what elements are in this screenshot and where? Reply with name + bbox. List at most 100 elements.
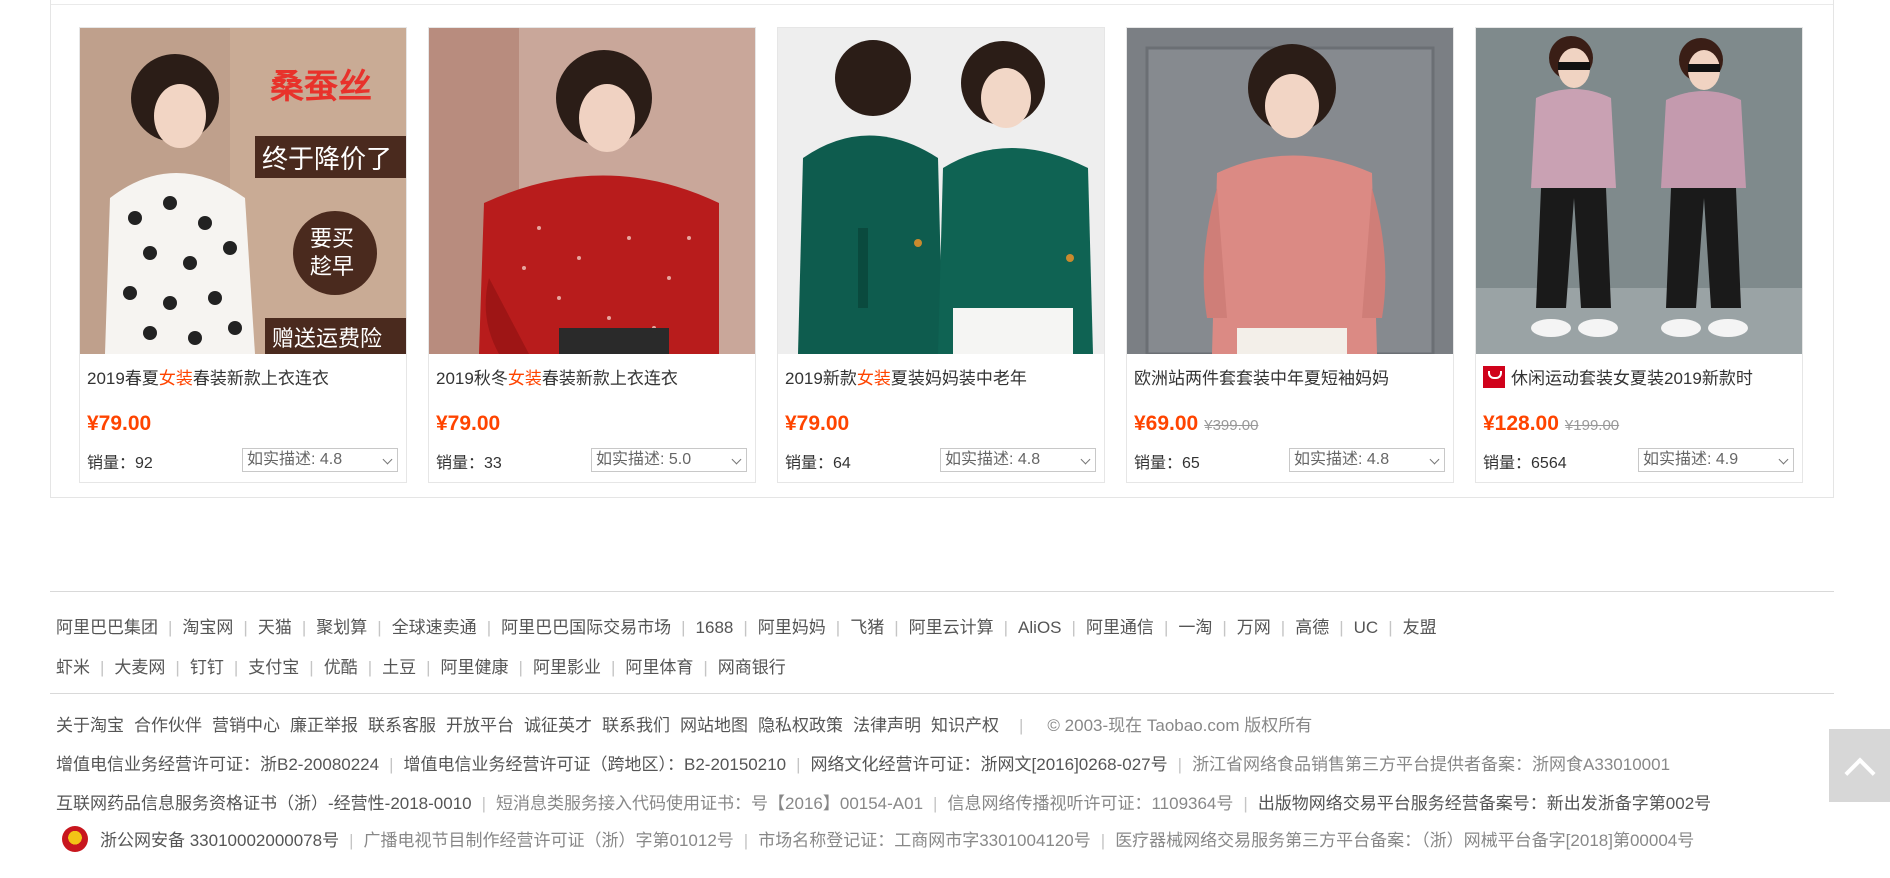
rating-select[interactable]: 如实描述: 5.0 [591,448,747,472]
footer-divider [50,591,1834,592]
license-link[interactable]: 浙江省网络食品销售第三方平台提供者备案：浙网食A33010001 [1192,755,1670,774]
license-link[interactable]: 市场名称登记证：工商网市字3301004120号 [758,831,1091,850]
promo-text: 要买 [310,227,354,252]
footer-link[interactable]: 优酷 [324,658,358,677]
footer-link[interactable]: 营销中心 [212,716,280,735]
product-image[interactable] [1127,28,1453,354]
footer-link[interactable]: 全球速卖通 [392,618,477,637]
separator: | [743,831,749,850]
license-link[interactable]: 网络文化经营许可证：浙网文[2016]0268-027号 [811,755,1168,774]
footer-link[interactable]: 土豆 [382,658,416,677]
product-image[interactable] [429,28,755,354]
footer-link[interactable]: 天猫 [258,618,292,637]
footer-link[interactable]: 钉钉 [190,658,224,677]
footer-link[interactable]: 友盟 [1403,618,1437,637]
license-link[interactable]: 短消息类服务接入代码使用证书：号【2016】00154-A01 [496,794,923,813]
license-link[interactable]: 广播电视节目制作经营许可证（浙）字第01012号 [364,831,734,850]
footer-link[interactable]: 淘宝网 [182,618,233,637]
footer-link[interactable]: 1688 [696,618,734,637]
promo-text: 终于降价了 [262,145,392,175]
separator: | [1243,794,1248,813]
rating-select[interactable]: 如实描述: 4.8 [242,448,398,472]
footer-link[interactable]: 阿里体育 [625,658,693,677]
footer-link[interactable]: 支付宝 [248,658,299,677]
footer-link[interactable]: 大麦网 [114,658,165,677]
footer-link[interactable]: 一淘 [1178,618,1212,637]
product-title[interactable]: 休闲运动套装女夏装2019新款时 [1483,364,1793,389]
about-links-row: 关于淘宝 合作伙伴 营销中心 廉正举报 联系客服 开放平台 诚征英才 联系我们 网站地图 隐私权政… [56,711,1312,736]
license-link[interactable]: 增值电信业务经营许可证：浙B2-20080224 [56,755,379,774]
license-link[interactable]: 医疗器械网络交易服务第三方平台备案：（浙）网械平台备字[2018]第00004号 [1115,831,1694,850]
product-card[interactable]: 休闲运动套装女夏装2019新款时 ¥128.00 ¥199.00 销量：6564 … [1475,27,1803,483]
footer-link[interactable]: 聚划算 [316,618,367,637]
police-badge-icon [62,826,88,852]
product-title[interactable]: 2019秋冬女装春装新款上衣连衣 [436,364,746,389]
license-link[interactable]: 出版物网络交易平台服务经营备案号：新出发浙备字第002号 [1258,794,1711,813]
separator: | [243,618,248,637]
product-card[interactable]: 桑蚕丝 终于降价了 要买 趁早 赠送运费险 2019春夏女装春装新款上衣连衣 ¥… [79,27,407,483]
back-to-top-button[interactable] [1829,729,1890,802]
product-title[interactable]: 2019新款女装夏装妈妈装中老年 [785,364,1095,389]
chevron-down-icon [382,454,393,465]
product-price: ¥128.00 ¥199.00 [1483,412,1620,435]
separator: | [610,658,616,677]
footer-link[interactable]: 阿里云计算 [909,618,994,637]
rating-select[interactable]: 如实描述: 4.8 [940,448,1096,472]
separator: | [1100,831,1106,850]
rating-select[interactable]: 如实描述: 4.8 [1289,448,1445,472]
footer-link[interactable]: 虾米 [56,658,90,677]
separator: | [518,658,523,677]
footer-link[interactable]: 万网 [1237,618,1271,637]
footer-link[interactable]: 网站地图 [680,716,748,735]
separator: | [703,658,708,677]
rating-select[interactable]: 如实描述: 4.9 [1638,448,1794,472]
footer-link[interactable]: UC [1354,618,1379,637]
separator: | [1222,618,1227,637]
separator: | [349,831,354,850]
footer-link[interactable]: 法律声明 [853,716,921,735]
footer-link[interactable]: 阿里巴巴国际交易市场 [501,618,671,637]
separator: | [1071,618,1076,637]
footer-link[interactable]: 开放平台 [446,716,514,735]
separator: | [100,658,105,677]
footer-link[interactable]: 阿里巴巴集团 [56,618,158,637]
product-card[interactable]: 欧洲站两件套套装中年夏短袖妈妈 ¥69.00 ¥399.00 销量：65 如实描述… [1126,27,1454,483]
recommend-product-box: 桑蚕丝 终于降价了 要买 趁早 赠送运费险 2019春夏女装春装新款上衣连衣 ¥… [50,0,1834,498]
footer-link[interactable]: 阿里健康 [441,658,509,677]
separator: | [175,658,180,677]
divider [51,4,1833,5]
product-image[interactable] [1476,28,1802,354]
tmall-badge-icon [1483,366,1505,388]
product-card[interactable]: 2019秋冬女装春装新款上衣连衣 ¥79.00 销量：33 如实描述: 5.0 [428,27,756,483]
product-image[interactable] [778,28,1104,354]
footer-link[interactable]: 网商银行 [718,658,786,677]
footer-link[interactable]: 联系我们 [602,716,670,735]
separator: | [481,794,487,813]
product-image[interactable]: 桑蚕丝 终于降价了 要买 趁早 赠送运费险 [80,28,406,354]
footer-link[interactable]: 关于淘宝 [56,716,124,735]
group-links-row-2: 虾米 | 大麦网 | 钉钉 | 支付宝 | 优酷 | 土豆 | 阿里健康 | 阿里影业 | 阿里体育 | 网商银行 [56,653,786,678]
product-title[interactable]: 2019春夏女装春装新款上衣连衣 [87,364,397,389]
license-link[interactable]: 浙公网安备 33010002000078号 [100,831,339,850]
footer-link[interactable]: 诚征英才 [524,716,592,735]
chevron-down-icon [1429,454,1440,465]
footer-link[interactable]: 隐私权政策 [758,716,843,735]
footer-link[interactable]: 合作伙伴 [134,716,202,735]
license-link[interactable]: 互联网药品信息服务资格证书（浙）-经营性-2018-0010 [56,794,472,813]
footer-link[interactable]: 阿里妈妈 [758,618,826,637]
separator: | [233,658,239,677]
footer-link[interactable]: 联系客服 [368,716,436,735]
separator: | [1163,618,1169,637]
license-link[interactable]: 增值电信业务经营许可证（跨地区）：B2-20150210 [404,755,787,774]
license-link[interactable]: 信息网络传播视听许可证：1109364号 [947,794,1233,813]
footer-link[interactable]: AliOS [1018,618,1061,637]
product-title[interactable]: 欧洲站两件套套装中年夏短袖妈妈 [1134,364,1444,389]
footer-link[interactable]: 阿里影业 [533,658,601,677]
footer-link[interactable]: 高德 [1295,618,1329,637]
footer-link[interactable]: 廉正举报 [290,716,358,735]
footer-link[interactable]: 知识产权 [931,716,999,735]
footer-link[interactable]: 阿里通信 [1086,618,1154,637]
footer-link[interactable]: 飞猪 [850,618,884,637]
copyright-text: © 2003-现在 Taobao.com 版权所有 [1047,716,1313,735]
product-card[interactable]: 2019新款女装夏装妈妈装中老年 ¥79.00 销量：64 如实描述: 4.8 [777,27,1105,483]
